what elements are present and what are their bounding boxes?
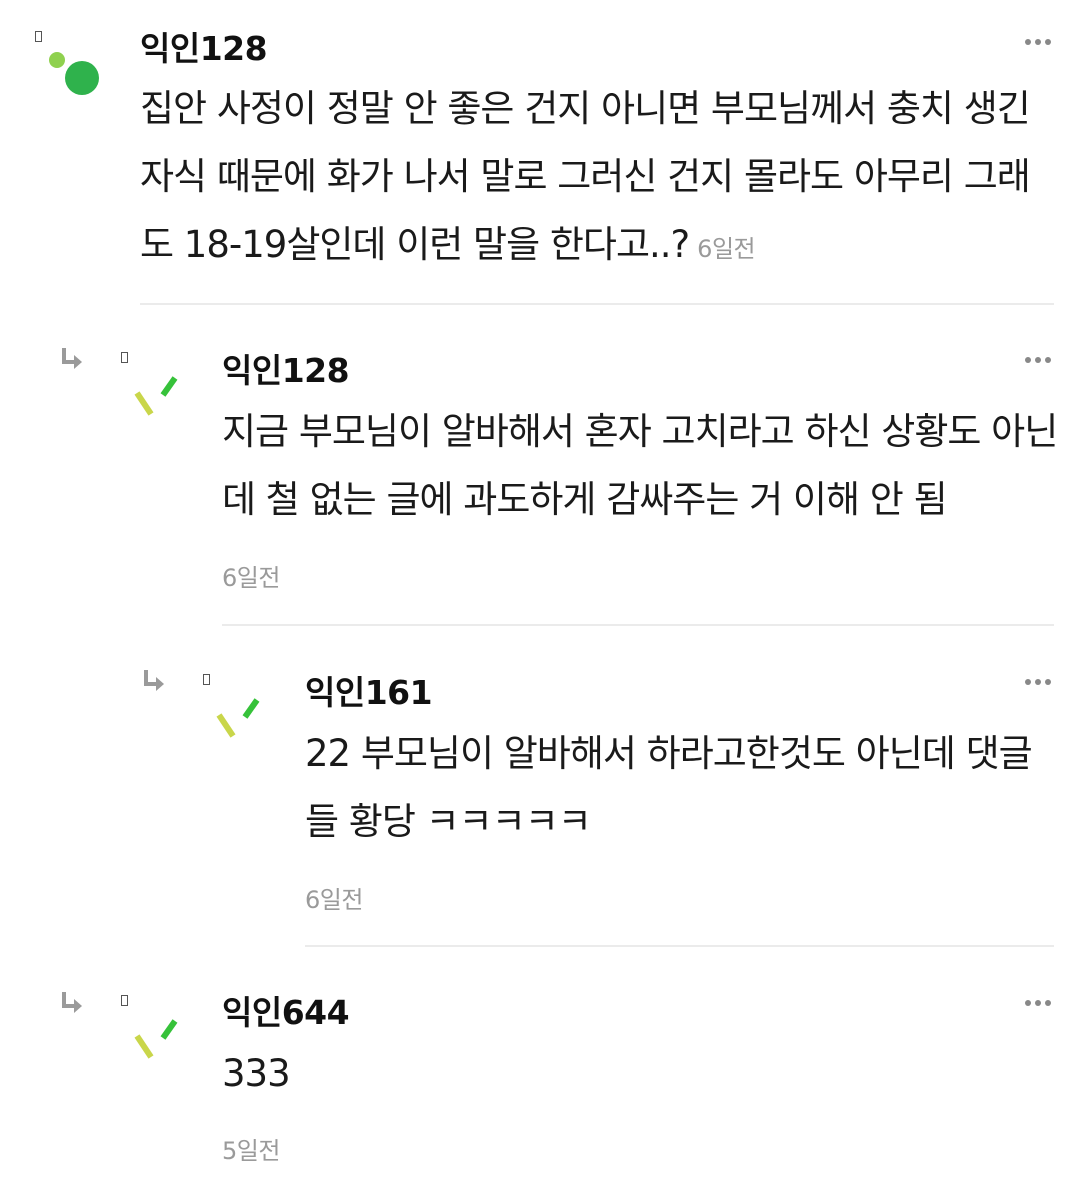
comment-item: 익인128 집안 사정이 정말 안 좋은 건지 아니면 부모님께서 충치 생긴 … (0, 0, 1080, 306)
reply-item: 익인161 22 부모님이 알바해서 하라고한것도 아닌데 댓글들 황당 ㅋㅋㅋ… (0, 628, 1080, 948)
avatar[interactable] (132, 1014, 182, 1064)
comment-text: 333 (222, 1052, 291, 1095)
comment-time: 6일전 (697, 235, 756, 263)
avatar[interactable] (214, 693, 264, 743)
comment-text: 지금 부모님이 알바해서 혼자 고치라고 하신 상황도 아닌데 철 없는 글에 … (222, 410, 1058, 521)
comment-marker-icon (35, 31, 42, 42)
comment-time: 6일전 (305, 886, 363, 914)
comment-divider (222, 624, 1054, 626)
comment-thread: 익인128 집안 사정이 정말 안 좋은 건지 아니면 부모님께서 충치 생긴 … (0, 0, 1080, 1194)
comment-username[interactable]: 익인644 (222, 986, 350, 1034)
comment-time: 6일전 (222, 564, 280, 592)
comment-marker-icon (121, 352, 128, 363)
comment-marker-icon (203, 674, 210, 685)
comment-text: 집안 사정이 정말 안 좋은 건지 아니면 부모님께서 충치 생긴 자식 때문에… (140, 87, 1031, 266)
comment-text-block: 집안 사정이 정말 안 좋은 건지 아니면 부모님께서 충치 생긴 자식 때문에… (140, 75, 1050, 283)
more-options-icon[interactable] (1024, 676, 1052, 688)
reply-arrow-icon (62, 348, 82, 369)
more-options-icon[interactable] (1024, 354, 1052, 366)
reply-item: 익인128 지금 부모님이 알바해서 혼자 고치라고 하신 상황도 아닌데 철 … (0, 306, 1080, 626)
comment-username[interactable]: 익인128 (140, 22, 268, 70)
comment-divider (305, 945, 1054, 947)
comment-username[interactable]: 익인128 (222, 344, 350, 392)
reply-arrow-icon (62, 992, 82, 1013)
comment-divider (140, 303, 1054, 305)
avatar[interactable] (132, 371, 182, 421)
comment-time: 5일전 (222, 1137, 280, 1165)
comment-text: 22 부모님이 알바해서 하라고한것도 아닌데 댓글들 황당 ㅋㅋㅋㅋㅋ (305, 732, 1033, 843)
comment-username[interactable]: 익인161 (305, 666, 433, 714)
reply-arrow-icon (144, 670, 164, 691)
reply-item: 익인644 333 5일전 (0, 948, 1080, 1194)
more-options-icon[interactable] (1024, 36, 1052, 48)
avatar[interactable] (46, 48, 104, 100)
more-options-icon[interactable] (1024, 997, 1052, 1009)
comment-marker-icon (121, 995, 128, 1006)
